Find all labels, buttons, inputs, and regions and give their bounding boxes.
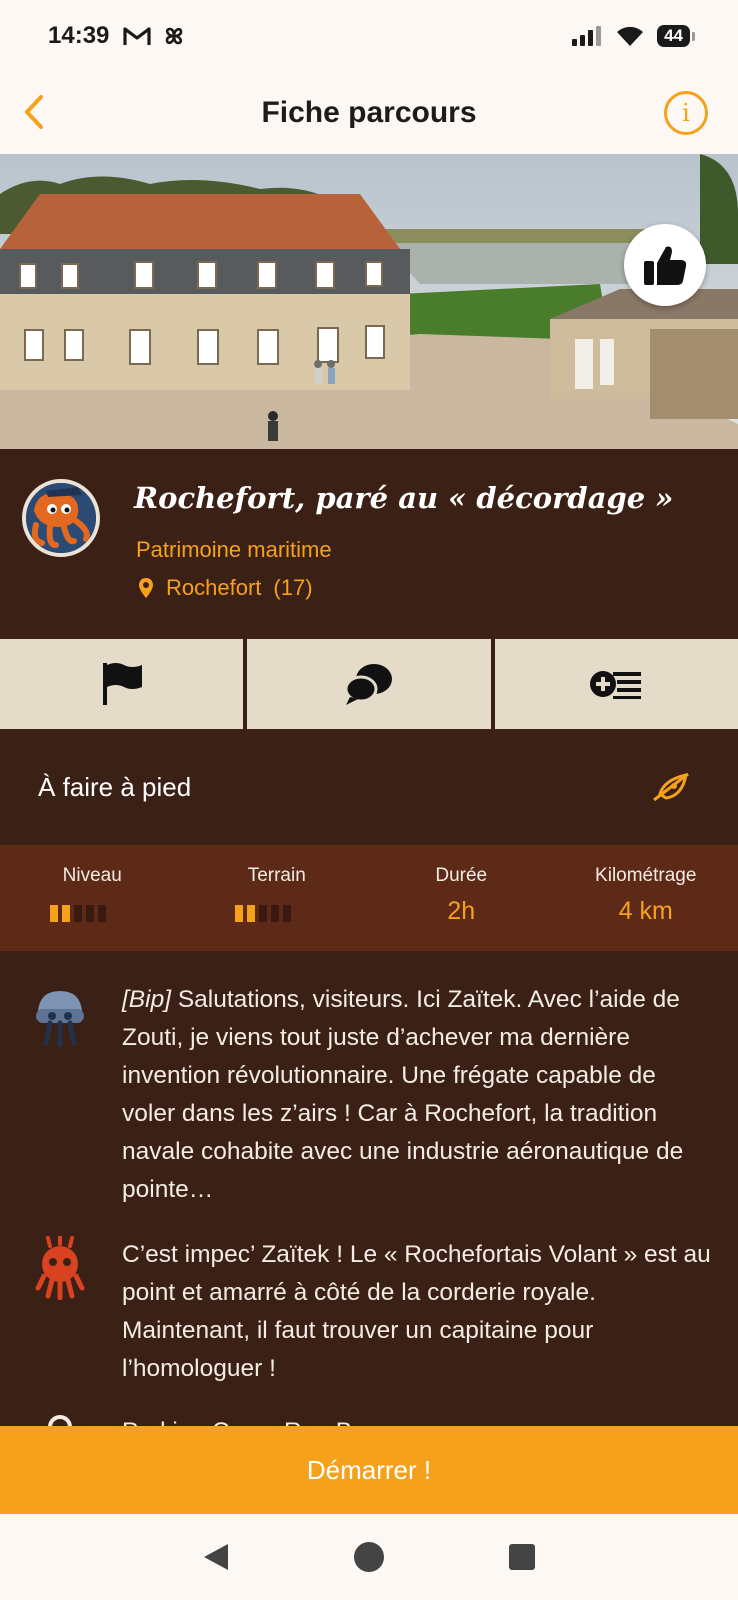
terrain-bars [234, 905, 291, 922]
like-button[interactable] [624, 224, 706, 306]
wifi-icon [617, 26, 644, 46]
nav-recents-icon [508, 1544, 535, 1570]
stats-band: Niveau Terrain Durée 2h Kilométrage 4 km [0, 845, 738, 951]
stat-level-label: Niveau [62, 865, 122, 886]
info-icon: i [682, 99, 690, 127]
status-bar: 14:39 44 [0, 0, 738, 72]
nav-back-button[interactable] [196, 1537, 236, 1577]
story-prefix: [Bip] [122, 986, 172, 1013]
robot-icon [36, 991, 84, 1048]
mode-row: À faire à pied [0, 729, 738, 845]
flag-icon [102, 663, 142, 705]
level-segment [270, 905, 279, 922]
route-department: (17) [273, 575, 313, 600]
stat-duration-value: 2h [447, 897, 476, 925]
avatar [22, 479, 100, 557]
route-title: Rochefort, paré au « décordage » [134, 481, 674, 515]
page-title: Fiche parcours [261, 96, 477, 129]
route-info: Rochefort, paré au « décordage » Patrimo… [0, 449, 738, 639]
route-location: Rochefort (17) [138, 575, 313, 601]
status-time: 14:39 [48, 22, 110, 49]
comments-button[interactable] [247, 639, 491, 729]
level-segment [282, 905, 291, 922]
level-segment [246, 905, 255, 922]
status-right: 44 [571, 24, 695, 48]
signal-icon [572, 26, 602, 46]
location-pin-icon [139, 578, 153, 598]
app-header: Fiche parcours i [0, 72, 738, 154]
stat-terrain-label: Terrain [247, 865, 306, 886]
level-segment [86, 905, 95, 922]
hero-photo [0, 154, 738, 449]
level-bars [50, 905, 107, 922]
action-buttons [0, 639, 738, 729]
add-list-icon [590, 671, 642, 699]
stat-duration-label: Durée [435, 865, 488, 886]
story-text-zaitek: [Bip] Salutations, visiteurs. Ici Zaïtek… [122, 981, 712, 1209]
add-to-list-button[interactable] [494, 639, 738, 729]
rochefort-photo [0, 154, 738, 449]
route-city: Rochefort [166, 575, 262, 600]
nav-home-icon [353, 1542, 384, 1572]
nav-recents-button[interactable] [502, 1537, 542, 1577]
flag-button[interactable] [0, 639, 244, 729]
back-button[interactable] [10, 88, 58, 136]
system-nav-bar [0, 1514, 738, 1600]
story-section: [Bip] Salutations, visiteurs. Ici Zaïtek… [0, 951, 738, 1426]
nav-home-button[interactable] [349, 1537, 389, 1577]
location-icon [48, 1415, 72, 1426]
start-button[interactable]: Démarrer ! [0, 1426, 738, 1514]
stat-distance: Kilométrage 4 km [554, 845, 738, 951]
level-segment [258, 905, 267, 922]
level-segment [50, 905, 59, 922]
story-text-zouti: C’est impec’ Zaïtek ! Le « Rochefortais … [122, 1241, 711, 1382]
stat-distance-value: 4 km [618, 897, 673, 925]
nav-back-icon [204, 1544, 229, 1570]
rocket-icon [653, 772, 689, 802]
mode-label: À faire à pied [38, 771, 192, 802]
octopus-icon [35, 1236, 85, 1300]
status-app-icons [123, 23, 187, 49]
info-button[interactable]: i [664, 91, 708, 135]
thumbs-up-icon [644, 246, 687, 285]
gmail-icon [123, 27, 151, 45]
level-segment [62, 905, 71, 922]
chat-bubbles-icon [344, 664, 392, 705]
level-segment [74, 905, 83, 922]
stat-distance-label: Kilométrage [595, 865, 697, 886]
level-segment [98, 905, 107, 922]
stat-terrain: Terrain [185, 845, 370, 951]
story-text-zaitek-body: Salutations, visiteurs. Ici Zaïtek. Avec… [122, 986, 684, 1203]
battery-indicator: 44 [657, 25, 695, 47]
octopus-icon [26, 483, 96, 553]
pinwheel-icon [166, 27, 183, 45]
level-segment [234, 905, 243, 922]
story-text-parking: Parking Cours Roy-Bry... [122, 1413, 712, 1426]
back-chevron-icon [25, 95, 43, 129]
stat-level: Niveau [0, 845, 185, 951]
route-category: Patrimoine maritime [136, 537, 332, 562]
stat-duration: Durée 2h [369, 845, 554, 951]
